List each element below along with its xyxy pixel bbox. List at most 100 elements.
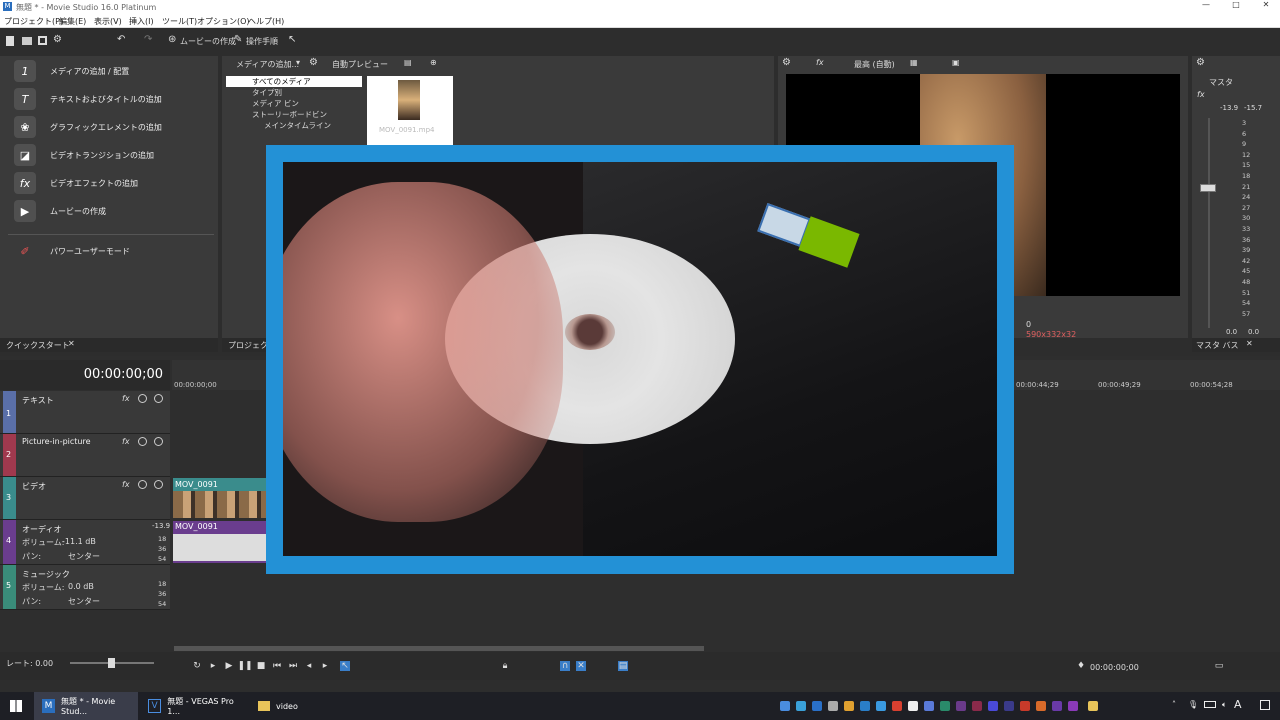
quickstart-tab[interactable]: クイックスタート ✕ [0, 338, 218, 352]
add-media-item[interactable]: 1 メディアの追加 / 配置 [14, 59, 129, 83]
add-effect-item[interactable]: fx ビデオエフェクトの追加 [14, 171, 138, 195]
taskbar-movie-studio[interactable]: M 無題 * - Movie Stud... [34, 692, 138, 720]
loop-icon[interactable]: ↻ [192, 661, 202, 671]
tray-app-icon[interactable] [1068, 701, 1078, 711]
new-file-icon[interactable] [6, 36, 14, 46]
menu-view[interactable]: 表示(V) [94, 16, 122, 27]
mute-icon[interactable] [138, 480, 147, 489]
tray-app-icon[interactable] [812, 701, 822, 711]
gear-icon[interactable]: ⚙ [309, 57, 318, 68]
close-icon[interactable]: ✕ [1246, 339, 1253, 348]
snap-icon[interactable]: ∩ [560, 661, 570, 671]
tree-all-media[interactable]: すべてのメディア [226, 76, 362, 87]
tray-app-icon[interactable] [796, 701, 806, 711]
menu-tools[interactable]: ツール(T) [162, 16, 197, 27]
maximize-button[interactable]: □ [1226, 0, 1246, 9]
fullscreen-icon[interactable]: ▭ [1214, 661, 1224, 671]
tray-app-icon[interactable] [988, 701, 998, 711]
go-start-icon[interactable]: ⏮ [272, 661, 282, 671]
view-icon[interactable]: ▤ [404, 58, 412, 67]
save-icon[interactable] [38, 36, 47, 45]
mute-icon[interactable] [138, 437, 147, 446]
tree-storyboard-bin[interactable]: ストーリーボードビン [252, 109, 327, 120]
track-header-pip[interactable]: 2 Picture-in-picture fx [0, 434, 170, 477]
ripple-icon[interactable]: ▤ [618, 661, 628, 671]
add-transition-item[interactable]: ◪ ビデオトランジションの追加 [14, 143, 154, 167]
minimize-button[interactable]: — [1196, 0, 1216, 9]
help-pointer-icon[interactable]: ↖ [288, 34, 296, 45]
add-graphic-item[interactable]: ❀ グラフィックエレメントの追加 [14, 115, 162, 139]
prev-frame-icon[interactable]: ◂ [304, 661, 314, 671]
redo-icon[interactable]: ↷ [144, 34, 152, 45]
make-movie-item[interactable]: ▶ ムービーの作成 [14, 199, 106, 223]
make-movie-icon[interactable]: ⊛ [168, 34, 176, 45]
speaker-icon[interactable]: 🔈︎ [1222, 700, 1227, 710]
tray-app-icon[interactable] [828, 701, 838, 711]
track-header-text[interactable]: 1 テキスト fx [0, 391, 170, 434]
notification-icon[interactable] [1260, 700, 1270, 710]
track-header-video[interactable]: 3 ビデオ fx [0, 477, 170, 520]
play-from-start-icon[interactable]: ▸ [208, 661, 218, 671]
fx-icon[interactable]: fx [816, 58, 824, 67]
fx-icon[interactable]: fx [122, 437, 130, 446]
power-user-item[interactable]: ✐ パワーユーザーモード [14, 239, 129, 263]
stop-icon[interactable]: ■ [256, 661, 266, 671]
menu-edit[interactable]: 編集(E) [59, 16, 86, 27]
media-thumbnail[interactable]: MOV_0091.mp4 [367, 76, 453, 146]
auto-preview-button[interactable]: 自動プレビュー [332, 59, 388, 70]
open-folder-icon[interactable] [22, 37, 32, 45]
auto-crossfade-icon[interactable]: ✕ [576, 661, 586, 671]
mute-icon[interactable] [138, 394, 147, 403]
solo-icon[interactable] [154, 394, 163, 403]
menu-help[interactable]: ヘルプ(H) [248, 16, 284, 27]
zoom-icon[interactable]: ⊕ [430, 58, 437, 67]
edit-tool-icon[interactable]: ↖ [340, 661, 350, 671]
menu-insert[interactable]: 挿入(I) [129, 16, 154, 27]
fx-icon[interactable]: fx [122, 480, 130, 489]
fx-icon[interactable]: fx [1197, 90, 1205, 99]
timeline-scrollbar[interactable] [174, 646, 704, 651]
fx-icon[interactable]: fx [122, 394, 130, 403]
battery-icon[interactable] [1204, 701, 1216, 708]
tree-by-type[interactable]: タイプ別 [252, 87, 282, 98]
make-movie-button[interactable]: ムービーの作成 [180, 36, 236, 47]
tray-app-icon[interactable] [1004, 701, 1014, 711]
tray-app-icon[interactable] [844, 701, 854, 711]
tray-app-icon[interactable] [1088, 701, 1098, 711]
taskbar-vegas[interactable]: V 無題 - VEGAS Pro 1... [140, 692, 244, 720]
tray-app-icon[interactable] [1052, 701, 1062, 711]
add-media-button[interactable]: メディアの追加... [236, 59, 299, 70]
save-icon[interactable]: ▣ [952, 58, 960, 67]
play-icon[interactable]: ▶ [224, 661, 234, 671]
tray-app-icon[interactable] [940, 701, 950, 711]
lock-icon[interactable]: 🔒︎ [500, 661, 510, 671]
solo-icon[interactable] [154, 437, 163, 446]
gear-icon[interactable]: ⚙ [782, 57, 791, 68]
master-tab[interactable]: マスタ バス ✕ [1192, 338, 1280, 352]
microphone-icon[interactable]: 🎙︎ [1188, 700, 1198, 709]
undo-icon[interactable]: ↶ [117, 34, 125, 45]
taskbar-folder[interactable]: video [250, 692, 350, 720]
tray-app-icon[interactable] [876, 701, 886, 711]
quality-dropdown[interactable]: 最高 (自動) [854, 59, 895, 70]
chevron-up-icon[interactable]: ˄ [1172, 700, 1176, 709]
pause-icon[interactable]: ❚❚ [237, 661, 252, 671]
close-button[interactable]: ✕ [1256, 0, 1276, 9]
windows-start-icon[interactable] [10, 700, 22, 712]
tray-app-icon[interactable] [780, 701, 790, 711]
solo-icon[interactable] [154, 480, 163, 489]
grid-icon[interactable]: ▦ [910, 58, 918, 67]
chevron-down-icon[interactable]: ▾ [296, 58, 300, 67]
tray-app-icon[interactable] [892, 701, 902, 711]
steps-icon[interactable]: ✎ [234, 34, 242, 45]
tray-app-icon[interactable] [1020, 701, 1030, 711]
tray-app-icon[interactable] [972, 701, 982, 711]
master-fader-handle[interactable] [1200, 184, 1216, 192]
tree-media-bin[interactable]: メディア ビン [252, 98, 299, 109]
ime-indicator[interactable]: A [1234, 698, 1242, 711]
track-header-audio[interactable]: 4 オーディオ ボリューム: -11.1 dB パン: センター -13.9 1… [0, 520, 170, 565]
menu-project[interactable]: プロジェクト(P) [4, 16, 63, 27]
video-clip[interactable]: MOV_0091 [173, 478, 267, 518]
close-icon[interactable]: ✕ [68, 339, 75, 348]
tray-app-icon[interactable] [956, 701, 966, 711]
